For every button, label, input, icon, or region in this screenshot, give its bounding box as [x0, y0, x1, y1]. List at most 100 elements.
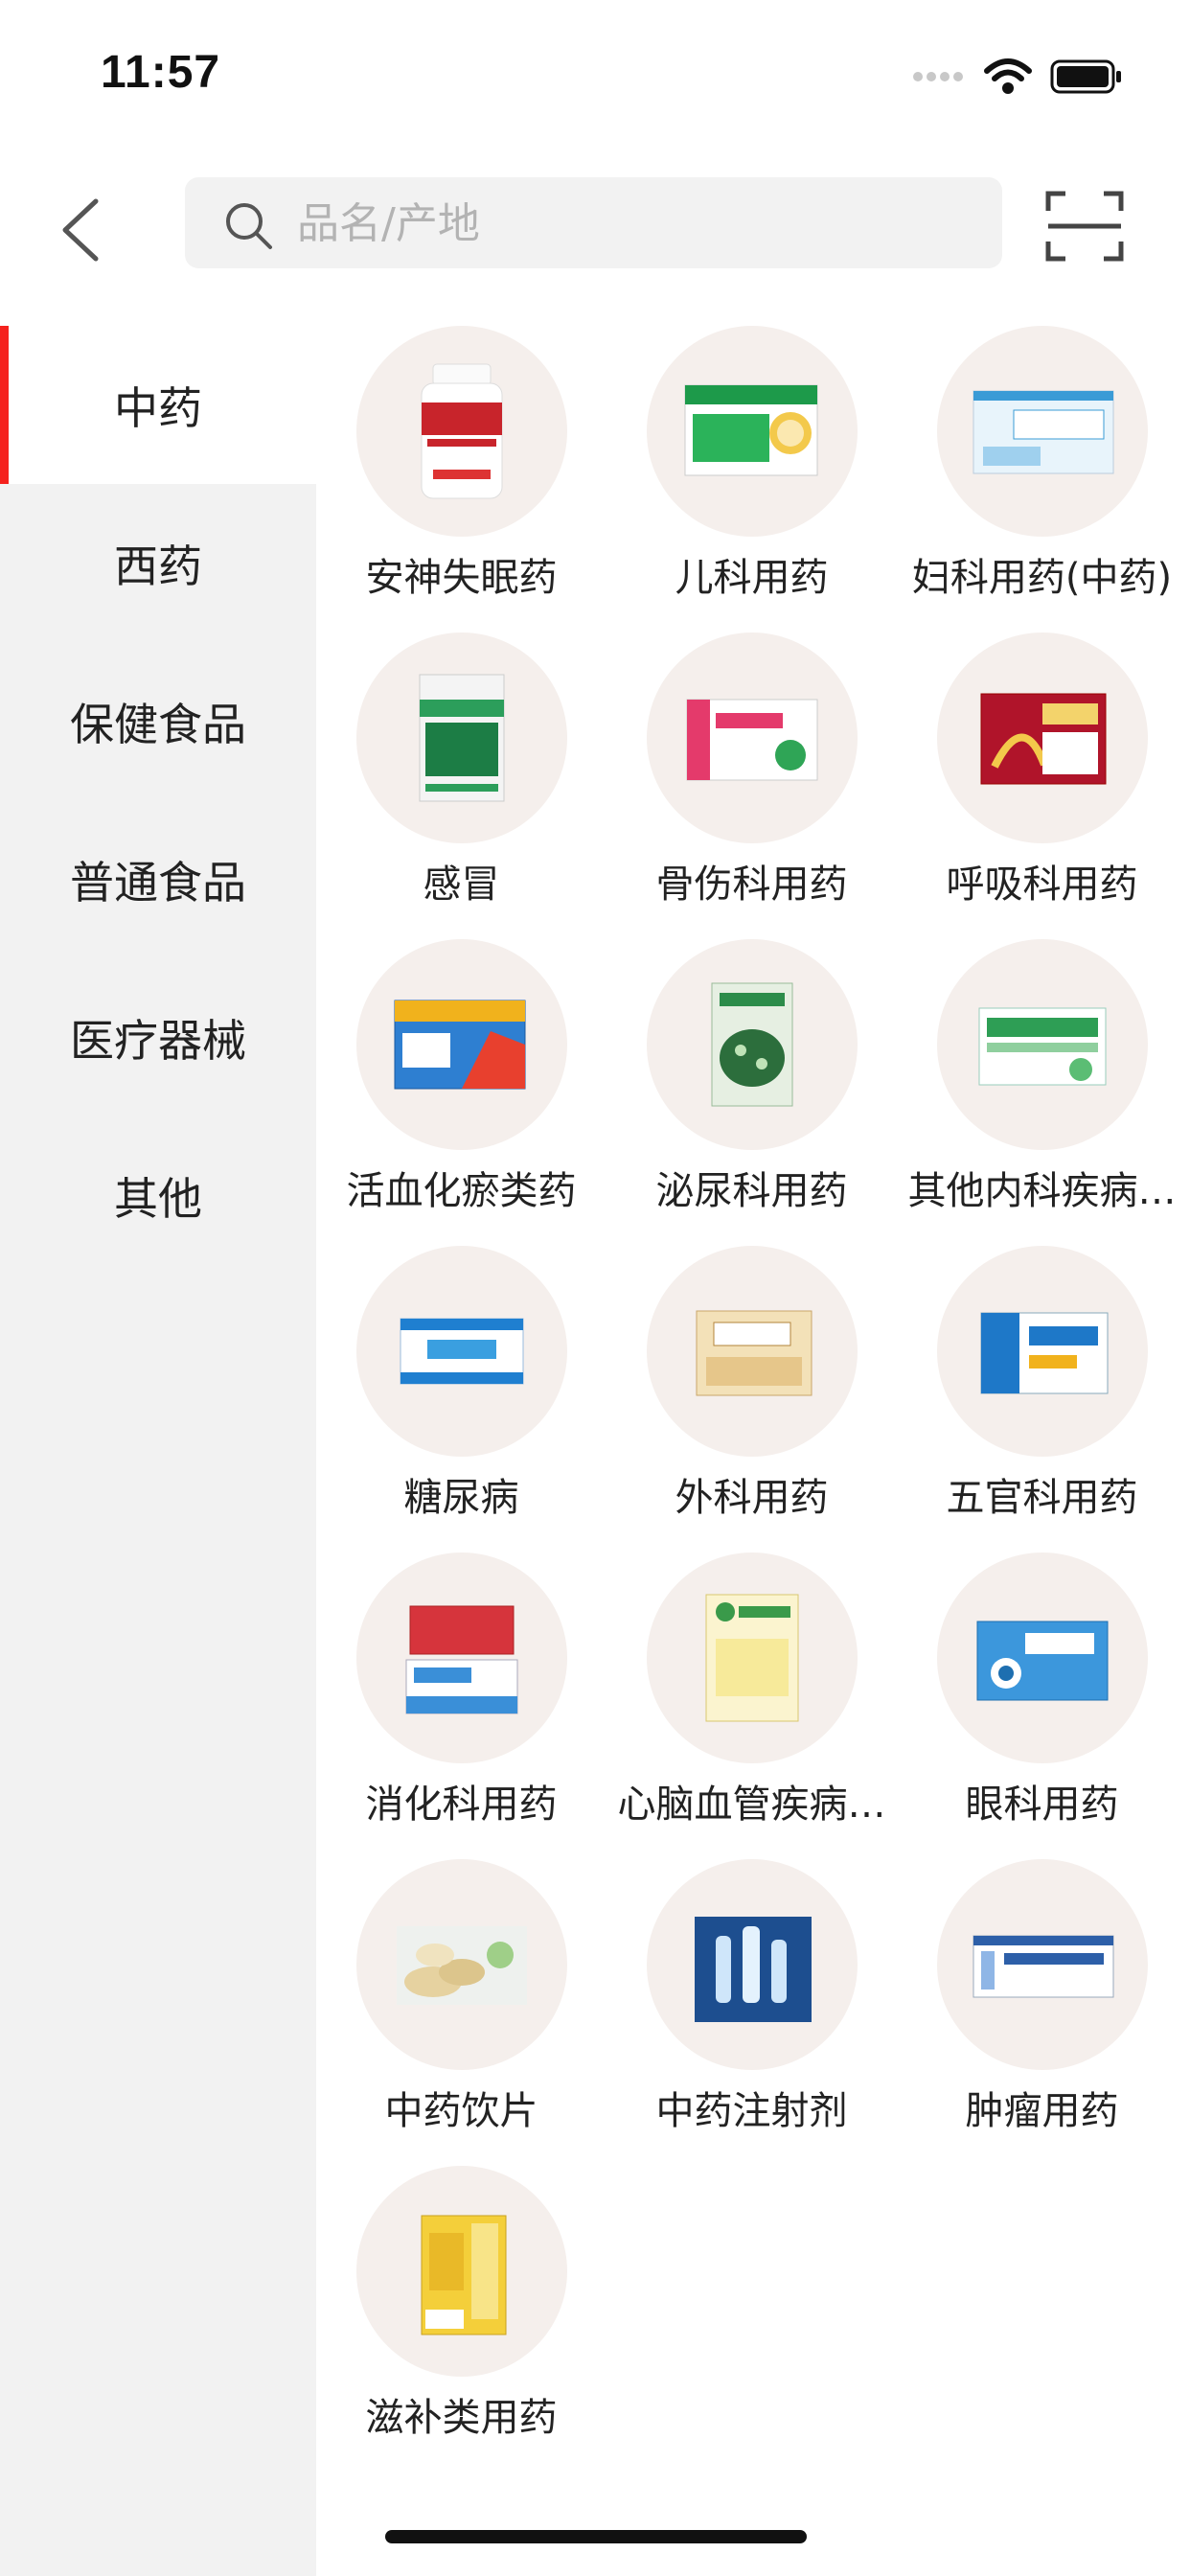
- injection-vials-image: [695, 1917, 812, 2022]
- category-label: 泌尿科用药: [655, 1169, 848, 1213]
- product-thumbnail: [937, 939, 1148, 1150]
- back-button[interactable]: [48, 192, 125, 268]
- category-item[interactable]: 心脑血管疾病…: [606, 1552, 897, 1859]
- signal-icon: [913, 72, 963, 81]
- chevron-left-icon: [62, 198, 99, 262]
- battery-icon: [1050, 59, 1121, 94]
- sidebar-item-label: 其他: [114, 1172, 202, 1225]
- category-item[interactable]: 滋补类用药: [316, 2166, 606, 2472]
- product-thumbnail: [647, 1859, 858, 2070]
- category-label: 呼吸科用药: [946, 862, 1138, 907]
- category-label: 消化科用药: [365, 1782, 558, 1827]
- sidebar-item-label: 中药: [114, 381, 202, 434]
- category-label: 糖尿病: [403, 1476, 519, 1520]
- medicine-box-image: [973, 390, 1114, 474]
- medicine-box-image: [978, 1007, 1107, 1086]
- product-thumbnail: [647, 632, 858, 843]
- category-label: 安神失眠药: [365, 556, 558, 600]
- category-label: 其他内科疾病…: [907, 1169, 1177, 1213]
- category-label: 妇科用药(中药): [911, 556, 1173, 600]
- product-thumbnail: [937, 1552, 1148, 1763]
- product-thumbnail: [937, 326, 1148, 537]
- search-input[interactable]: [295, 177, 970, 270]
- category-item[interactable]: 其他内科疾病…: [897, 939, 1187, 1246]
- sidebar-item-health-food[interactable]: 保健食品: [0, 642, 316, 800]
- category-label: 外科用药: [675, 1476, 829, 1520]
- category-label: 肿瘤用药: [965, 2089, 1119, 2133]
- herb-slices-image: [397, 1926, 527, 2005]
- sidebar-item-medical-devices[interactable]: 医疗器械: [0, 958, 316, 1116]
- medicine-box-image: [973, 1935, 1114, 1998]
- category-item[interactable]: 外科用药: [606, 1246, 897, 1552]
- category-item[interactable]: 眼科用药: [897, 1552, 1187, 1859]
- category-label: 骨伤科用药: [655, 862, 848, 907]
- medicine-box-image: [419, 674, 505, 802]
- medicine-box-image: [421, 2215, 507, 2335]
- medicine-box-image: [394, 1000, 526, 1090]
- wifi-icon: [984, 58, 1032, 94]
- product-thumbnail: [647, 939, 858, 1150]
- category-item[interactable]: 糖尿病: [316, 1246, 606, 1552]
- search-icon: [226, 203, 272, 249]
- product-thumbnail: [937, 1859, 1148, 2070]
- category-item[interactable]: 活血化瘀类药: [316, 939, 606, 1246]
- category-label: 五官科用药: [946, 1476, 1138, 1520]
- category-item[interactable]: 安神失眠药: [316, 326, 606, 632]
- category-item[interactable]: 五官科用药: [897, 1246, 1187, 1552]
- product-thumbnail: [356, 1246, 567, 1457]
- category-label: 活血化瘀类药: [346, 1169, 577, 1213]
- medicine-bottle-image: [421, 363, 503, 499]
- category-item[interactable]: 骨伤科用药: [606, 632, 897, 939]
- medicine-box-image: [976, 1621, 1109, 1701]
- home-indicator: [385, 2530, 807, 2543]
- medicine-box-image: [696, 1310, 812, 1396]
- product-thumbnail: [356, 1552, 567, 1763]
- category-label: 眼科用药: [965, 1782, 1119, 1827]
- status-icons: [912, 53, 1123, 101]
- category-item[interactable]: 肿瘤用药: [897, 1859, 1187, 2166]
- sidebar-item-label: 西药: [114, 540, 202, 592]
- medicine-box-image: [405, 1605, 518, 1714]
- product-thumbnail: [647, 326, 858, 537]
- product-thumbnail: [356, 939, 567, 1150]
- medicine-box-image: [980, 693, 1107, 785]
- sidebar-item-label: 保健食品: [70, 698, 246, 750]
- product-thumbnail: [647, 1552, 858, 1763]
- medicine-box-image: [686, 699, 818, 781]
- sidebar-item-label: 普通食品: [70, 856, 246, 908]
- category-item[interactable]: 呼吸科用药: [897, 632, 1187, 939]
- product-thumbnail: [356, 1859, 567, 2070]
- scan-button[interactable]: [1044, 190, 1125, 263]
- category-item[interactable]: 中药注射剂: [606, 1859, 897, 2166]
- medicine-box-image: [684, 384, 818, 476]
- category-item[interactable]: 消化科用药: [316, 1552, 606, 1859]
- category-sidebar: 中药 西药 保健食品 普通食品 医疗器械 其他: [0, 326, 316, 2576]
- sidebar-item-western-medicine[interactable]: 西药: [0, 484, 316, 642]
- category-label: 儿科用药: [675, 556, 829, 600]
- category-item[interactable]: 感冒: [316, 632, 606, 939]
- category-item[interactable]: 妇科用药(中药): [897, 326, 1187, 632]
- category-label: 滋补类用药: [365, 2396, 558, 2440]
- category-item[interactable]: 中药饮片: [316, 1859, 606, 2166]
- medicine-box-image: [980, 1312, 1109, 1394]
- sidebar-item-chinese-medicine[interactable]: 中药: [0, 326, 316, 484]
- sidebar-item-other[interactable]: 其他: [0, 1116, 316, 1275]
- product-thumbnail: [356, 2166, 567, 2377]
- category-item[interactable]: 泌尿科用药: [606, 939, 897, 1246]
- product-thumbnail: [356, 326, 567, 537]
- product-thumbnail: [937, 1246, 1148, 1457]
- category-label: 中药饮片: [384, 2089, 538, 2133]
- category-label: 感冒: [423, 862, 500, 907]
- category-label: 中药注射剂: [655, 2089, 848, 2133]
- category-item[interactable]: 儿科用药: [606, 326, 897, 632]
- sidebar-item-label: 医疗器械: [70, 1014, 246, 1067]
- medicine-box-image: [705, 1594, 799, 1722]
- product-thumbnail: [356, 632, 567, 843]
- header: [0, 163, 1190, 288]
- scan-icon: [1045, 191, 1124, 262]
- search-bar[interactable]: [185, 177, 1002, 270]
- medicine-pouch-image: [711, 982, 793, 1107]
- sidebar-item-regular-food[interactable]: 普通食品: [0, 800, 316, 958]
- category-label: 心脑血管疾病…: [617, 1782, 886, 1827]
- product-thumbnail: [937, 632, 1148, 843]
